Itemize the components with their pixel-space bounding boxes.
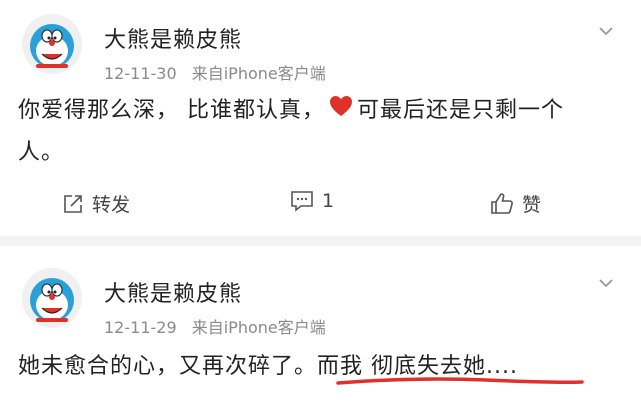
post-date: 12-11-29 xyxy=(104,318,177,337)
username[interactable]: 大熊是赖皮熊 xyxy=(104,276,242,308)
post-source: 来自iPhone客户端 xyxy=(191,318,326,337)
post-text-part: 你爱得那么深， 比谁都认真， xyxy=(18,98,325,123)
repost-button[interactable]: 转发 xyxy=(62,190,130,217)
comment-button[interactable]: 1 xyxy=(290,190,334,212)
like-button[interactable]: 赞 xyxy=(490,190,541,217)
post-actions: 转发 1 赞 xyxy=(0,186,641,226)
comment-count: 1 xyxy=(322,190,335,212)
chevron-down-icon[interactable] xyxy=(597,22,615,40)
avatar[interactable] xyxy=(22,14,82,74)
red-underline-annotation xyxy=(336,377,584,385)
heart-emoji-icon xyxy=(329,90,353,132)
post-text: 你爱得那么深， 比谁都认真， 可最后还是只剩一个人。 xyxy=(18,90,601,174)
doraemon-avatar-icon xyxy=(30,24,74,68)
username[interactable]: 大熊是赖皮熊 xyxy=(104,22,242,54)
thumbs-up-icon xyxy=(491,192,513,214)
like-label: 赞 xyxy=(522,194,542,216)
repost-icon xyxy=(64,194,82,213)
avatar[interactable] xyxy=(22,268,82,328)
repost-label: 转发 xyxy=(92,194,131,216)
post-date: 12-11-30 xyxy=(104,64,177,83)
chevron-down-icon[interactable] xyxy=(597,274,615,292)
post-meta: 12-11-29 来自iPhone客户端 xyxy=(104,314,336,338)
comment-icon xyxy=(291,191,313,212)
post-card[interactable]: 大熊是赖皮熊 12-11-30 来自iPhone客户端 你爱得那么深， 比谁都认… xyxy=(0,0,641,236)
doraemon-avatar-icon xyxy=(30,278,74,322)
post-meta: 12-11-30 来自iPhone客户端 xyxy=(104,60,336,84)
post-source: 来自iPhone客户端 xyxy=(191,64,326,83)
